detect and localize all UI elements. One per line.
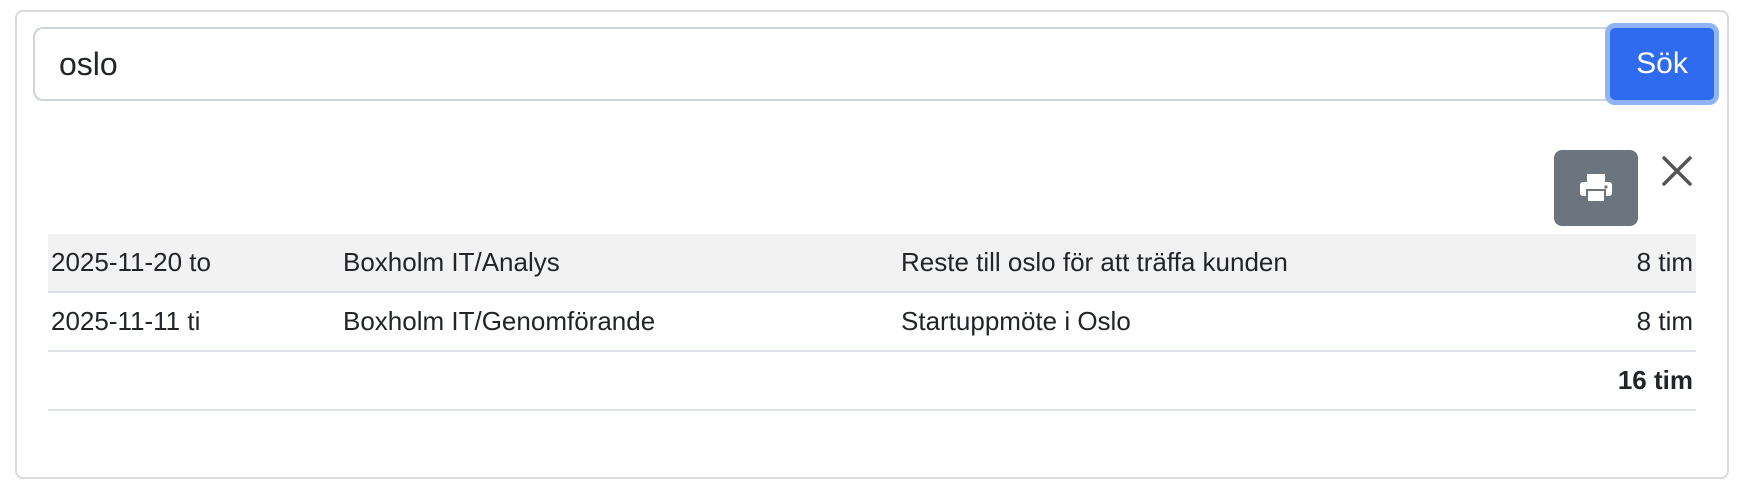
row-date: 2025-11-20 to: [51, 247, 211, 277]
close-icon: [1662, 156, 1692, 186]
row-description: Reste till oslo för att träffa kunden: [901, 247, 1288, 277]
row-hours: 8 tim: [1636, 306, 1693, 336]
table-row[interactable]: 2025-11-20 to Boxholm IT/Analys Reste ti…: [48, 234, 1696, 293]
search-bar: Sök: [33, 23, 1719, 105]
printer-icon: [1580, 174, 1612, 203]
print-button[interactable]: [1554, 150, 1638, 226]
row-date: 2025-11-11 ti: [51, 306, 201, 336]
search-button[interactable]: Sök: [1605, 23, 1719, 105]
results-table: 2025-11-20 to Boxholm IT/Analys Reste ti…: [48, 234, 1696, 411]
total-row: 16 tim: [48, 352, 1696, 411]
total-hours: 16 tim: [1617, 365, 1693, 395]
row-description: Startuppmöte i Oslo: [901, 306, 1131, 336]
row-project: Boxholm IT/Analys: [343, 247, 560, 277]
close-button[interactable]: [1658, 152, 1696, 190]
search-input[interactable]: [33, 27, 1608, 101]
table-row[interactable]: 2025-11-11 ti Boxholm IT/Genomförande St…: [48, 293, 1696, 352]
row-project: Boxholm IT/Genomförande: [343, 306, 656, 336]
row-hours: 8 tim: [1636, 247, 1693, 277]
